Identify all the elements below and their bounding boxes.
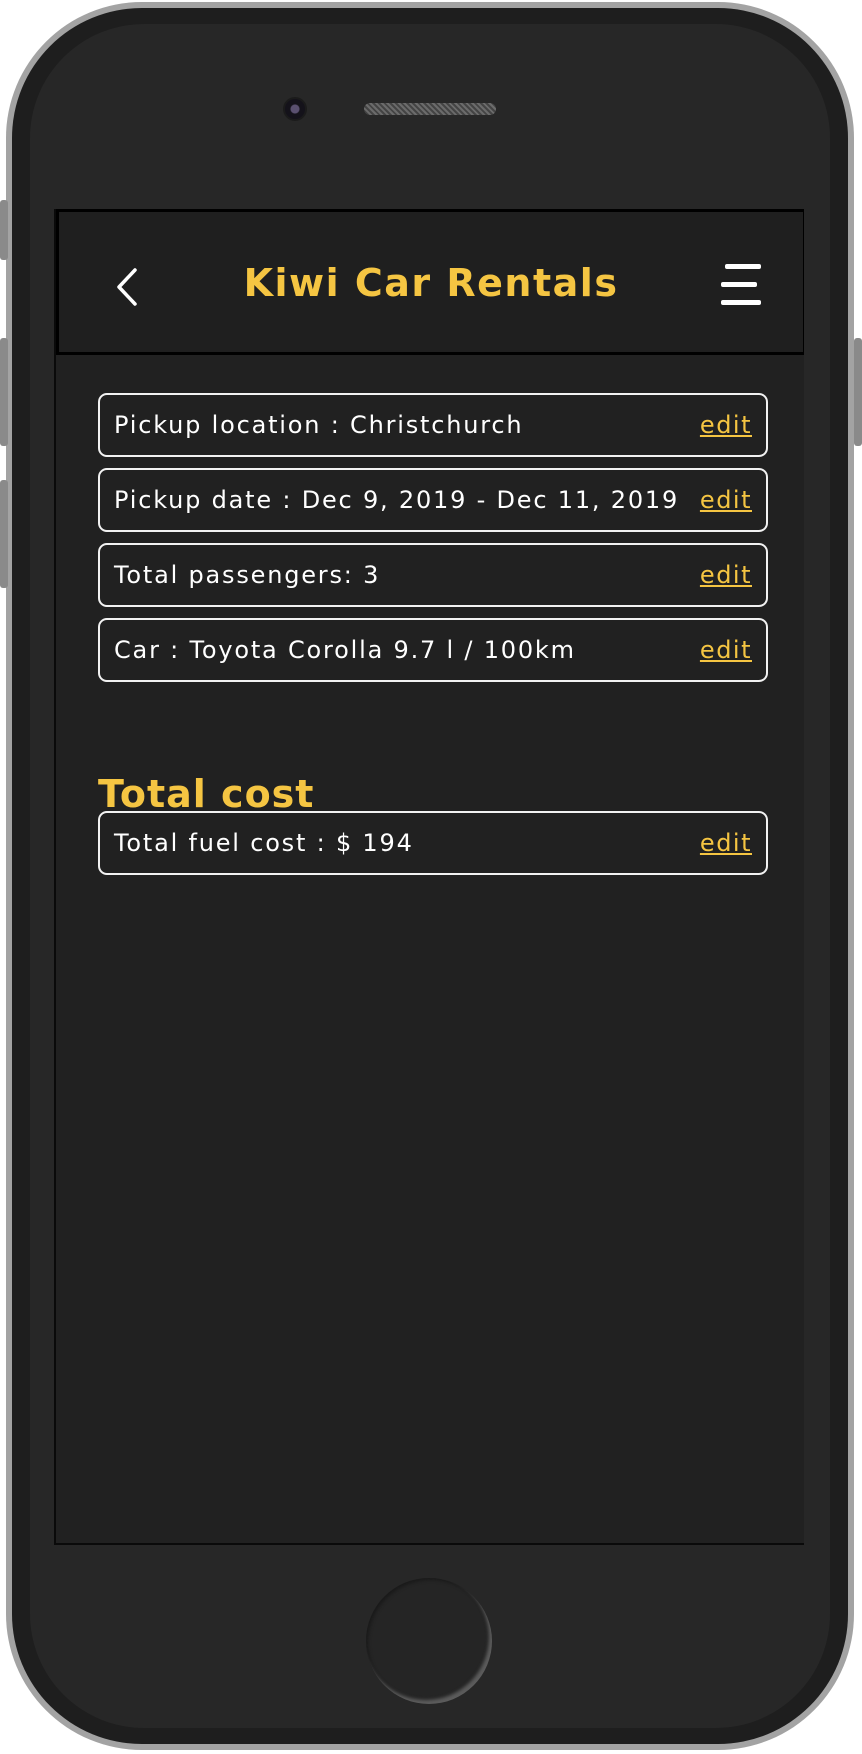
pickup-date-row: Pickup date : Dec 9, 2019 - Dec 11, 2019… <box>98 468 768 532</box>
total-passengers-row: Total passengers: 3 edit <box>98 543 768 607</box>
total-fuel-cost-text: Total fuel cost : $ 194 <box>114 829 414 857</box>
volume-down-button <box>0 480 8 588</box>
pickup-location-text: Pickup location : Christchurch <box>114 411 524 439</box>
menu-button[interactable] <box>721 264 763 308</box>
pickup-date-edit-link[interactable]: edit <box>700 470 752 530</box>
earpiece-speaker <box>364 103 496 115</box>
pickup-location-edit-link[interactable]: edit <box>700 395 752 455</box>
power-button <box>854 338 862 446</box>
home-button[interactable] <box>366 1578 492 1704</box>
total-passengers-text: Total passengers: 3 <box>114 561 381 589</box>
volume-up-button <box>0 338 8 446</box>
total-fuel-cost-edit-link[interactable]: edit <box>700 813 752 873</box>
hamburger-menu-icon-line <box>721 282 757 287</box>
back-button[interactable] <box>107 262 147 312</box>
app-screen: Kiwi Car Rentals Pickup location : Chris… <box>54 209 804 1545</box>
car-edit-link[interactable]: edit <box>700 620 752 680</box>
hamburger-menu-icon-line <box>721 300 761 305</box>
car-text: Car : Toyota Corolla 9.7 l / 100km <box>114 636 576 664</box>
app-header: Kiwi Car Rentals <box>56 209 804 355</box>
front-camera <box>283 97 307 121</box>
pickup-location-row: Pickup location : Christchurch edit <box>98 393 768 457</box>
total-fuel-cost-row: Total fuel cost : $ 194 edit <box>98 811 768 875</box>
app-title: Kiwi Car Rentals <box>243 261 619 305</box>
chevron-left-icon <box>117 268 137 306</box>
total-passengers-edit-link[interactable]: edit <box>700 545 752 605</box>
hamburger-menu-icon <box>725 264 761 269</box>
car-row: Car : Toyota Corolla 9.7 l / 100km edit <box>98 618 768 682</box>
mute-switch <box>0 200 8 260</box>
pickup-date-text: Pickup date : Dec 9, 2019 - Dec 11, 2019 <box>114 486 680 514</box>
